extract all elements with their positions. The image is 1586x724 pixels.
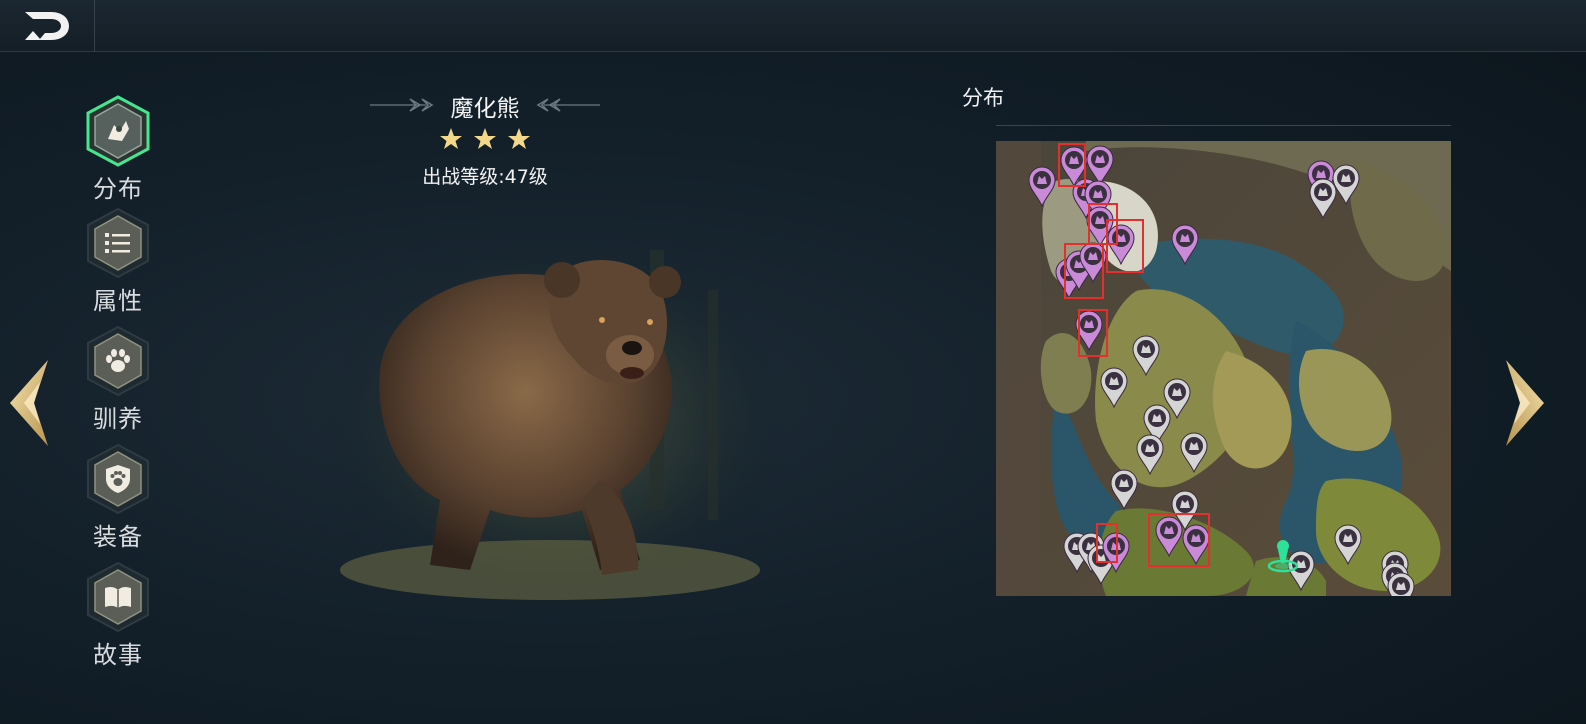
sidebar-item-story[interactable]: 故事: [70, 560, 166, 670]
location-marker[interactable]: [1135, 433, 1165, 476]
sidebar-item-equipment[interactable]: 装备: [70, 442, 166, 552]
location-marker[interactable]: [1131, 334, 1161, 377]
highlight-box: [1096, 523, 1118, 563]
bear-image: [320, 235, 790, 605]
list-icon: [105, 232, 130, 253]
player-location-icon[interactable]: [1266, 537, 1300, 573]
highlight-box: [1058, 143, 1086, 187]
battle-level: 出战等级:47级: [422, 166, 548, 188]
highlight-box: [1106, 219, 1144, 273]
top-bar: [0, 0, 1586, 52]
location-marker[interactable]: [1333, 523, 1363, 566]
sidebar-item-distribution[interactable]: 分布: [70, 94, 166, 204]
hex-frame: [83, 560, 153, 633]
hex-frame: [83, 442, 153, 515]
highlight-box: [1078, 309, 1108, 357]
creature-name: 魔化熊: [450, 96, 520, 122]
hex-frame: [83, 206, 153, 279]
map-terrain: [996, 141, 1451, 596]
paw-icon: [106, 348, 130, 372]
sidebar-item-label: 故事: [93, 641, 143, 669]
ornament-right-icon: [536, 98, 600, 112]
prev-arrow-button[interactable]: [4, 358, 52, 448]
location-marker[interactable]: [1179, 431, 1209, 474]
sidebar-item-taming[interactable]: 驯养: [70, 324, 166, 434]
highlight-box: [1064, 243, 1104, 299]
location-marker[interactable]: [1099, 366, 1129, 409]
creature-illustration: [320, 230, 790, 610]
sidebar-item-label: 分布: [93, 175, 143, 203]
divider: [996, 125, 1451, 126]
back-button[interactable]: [0, 0, 95, 52]
star-icon: [508, 128, 530, 149]
sidebar-item-label: 属性: [93, 287, 143, 315]
star-rating: [360, 124, 610, 154]
name-row: 魔化熊: [360, 86, 610, 126]
chevron-right-icon: [1506, 360, 1544, 446]
book-icon: [105, 586, 131, 608]
star-icon: [474, 128, 496, 149]
hex-frame: [83, 324, 153, 397]
shield-paw-icon: [106, 464, 130, 493]
sidebar-item-label: 装备: [93, 523, 143, 551]
location-marker[interactable]: [1331, 163, 1361, 206]
chevron-left-icon: [10, 360, 48, 446]
distribution-title: 分布: [962, 86, 1004, 110]
next-arrow-button[interactable]: [1502, 358, 1550, 448]
map-pin-icon: [108, 120, 129, 141]
hex-frame: [83, 94, 153, 167]
creature-header: 魔化熊 出战等级:47级: [360, 86, 610, 189]
location-marker[interactable]: [1109, 468, 1139, 511]
sidebar-item-attributes[interactable]: 属性: [70, 206, 166, 316]
creature-location-marker[interactable]: [1027, 165, 1057, 208]
ornament-left-icon: [370, 98, 434, 112]
location-marker[interactable]: [1386, 571, 1416, 596]
highlight-box: [1148, 513, 1210, 567]
distribution-map[interactable]: [996, 141, 1451, 596]
star-icon: [440, 128, 462, 149]
back-arrow-icon: [25, 12, 69, 40]
creature-location-marker[interactable]: [1170, 223, 1200, 266]
sidebar-item-label: 驯养: [93, 405, 143, 433]
